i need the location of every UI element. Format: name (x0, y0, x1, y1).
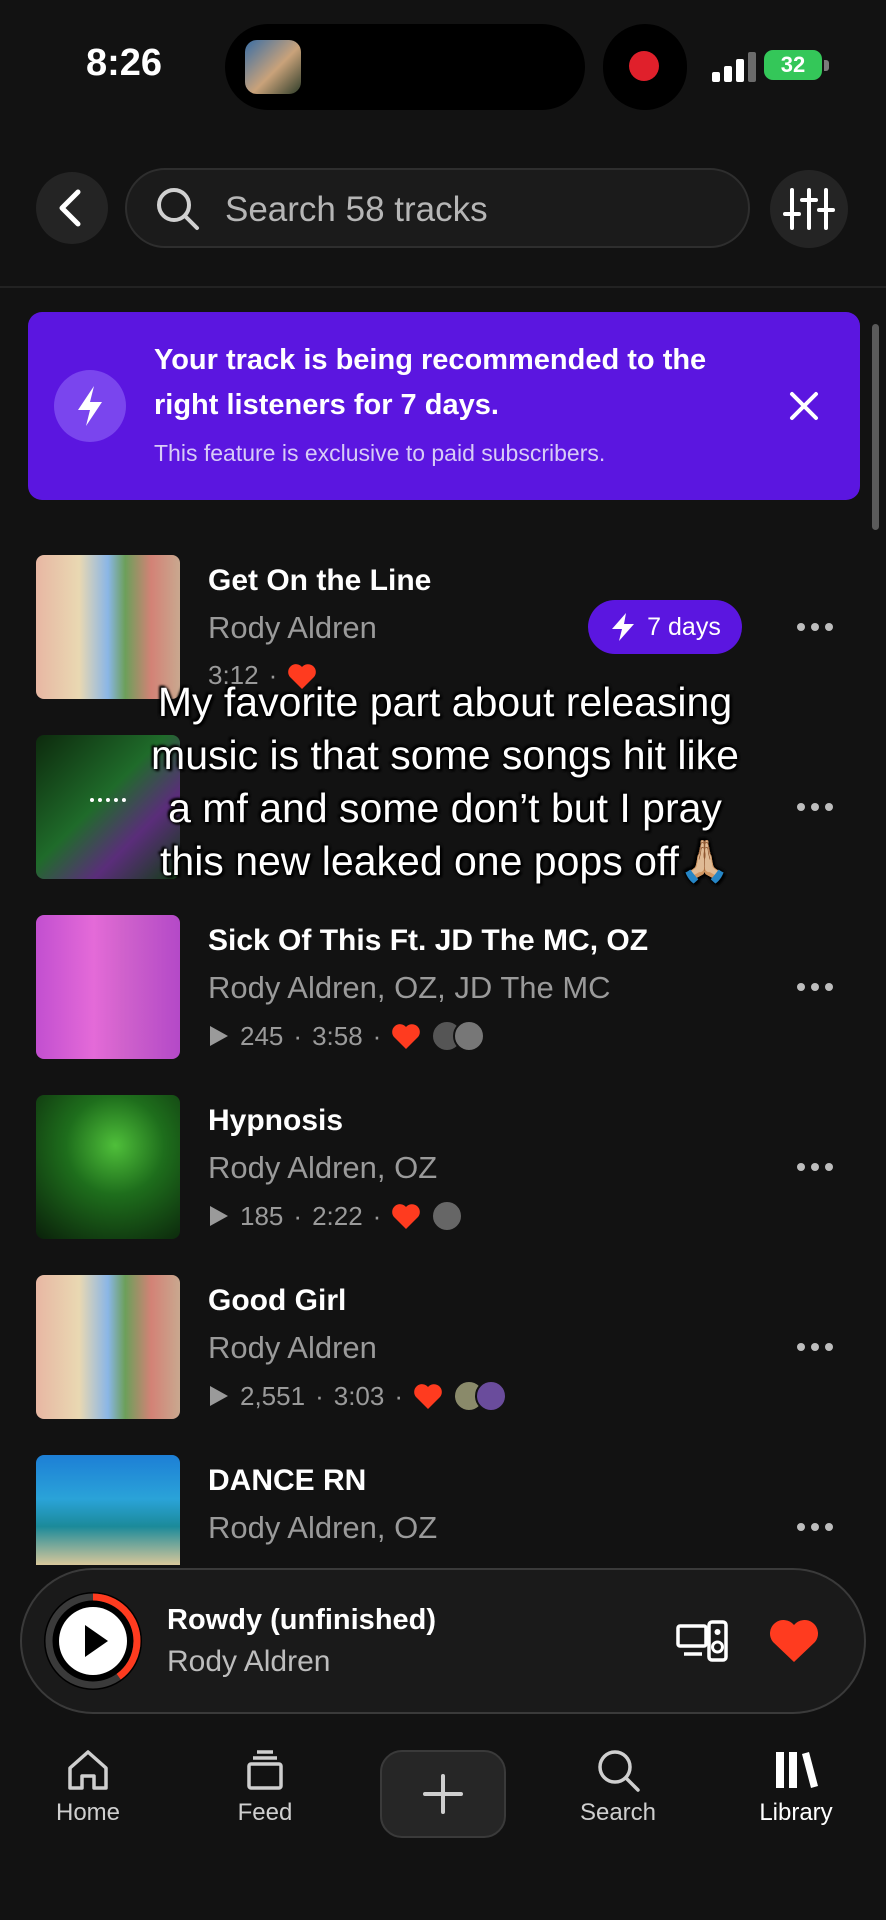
track-artwork[interactable] (36, 915, 180, 1059)
nav-library[interactable]: Library (726, 1746, 866, 1827)
nav-home[interactable]: Home (18, 1746, 158, 1827)
track-meta: 185 · 2:22 · (208, 1200, 464, 1232)
battery-cap (824, 60, 829, 71)
heart-icon[interactable] (391, 1022, 421, 1050)
scrollbar[interactable] (872, 324, 879, 530)
nav-search-label: Search (579, 1799, 657, 1826)
back-button[interactable] (36, 172, 108, 244)
boost-badge[interactable]: 7 days (588, 600, 742, 654)
play-progress-ring (45, 1593, 141, 1689)
track-plays: 245 (240, 1020, 284, 1051)
more-options-icon[interactable] (795, 981, 835, 993)
track-duration: 3:58 (312, 1020, 363, 1051)
more-indicator (90, 798, 126, 808)
banner-title: Your track is being recommended to the r… (154, 344, 707, 421)
nav-feed[interactable]: Feed (195, 1746, 335, 1827)
track-title[interactable]: Good Girl (208, 1284, 346, 1318)
track-artist[interactable]: Rody Aldren, OZ, JD The MC (208, 970, 611, 1006)
header-divider (0, 286, 886, 288)
track-duration: 3:03 (333, 1380, 385, 1411)
track-title[interactable]: Hypnosis (208, 1104, 343, 1138)
play-count-icon (210, 1026, 228, 1046)
play-button[interactable] (44, 1592, 142, 1690)
signal-icon (712, 52, 756, 82)
video-caption: My favorite part about releasing music i… (151, 679, 739, 884)
more-options-icon[interactable] (795, 1341, 835, 1353)
sliders-icon (783, 188, 835, 230)
banner-subtitle: This feature is exclusive to paid subscr… (154, 440, 606, 466)
library-icon (776, 1752, 818, 1788)
battery-icon: 32 (764, 50, 822, 80)
island-thumbnail (245, 40, 301, 94)
track-plays: 185 (240, 1200, 284, 1231)
track-plays: 2,551 (240, 1380, 306, 1411)
filter-button[interactable] (770, 170, 848, 248)
track-duration: 2:22 (312, 1200, 363, 1231)
feed-icon (247, 1750, 283, 1790)
more-options-icon[interactable] (795, 1521, 835, 1533)
track-meta: 2,551 · 3:03 · (208, 1380, 508, 1412)
home-icon (68, 1750, 108, 1790)
more-options-icon[interactable] (795, 801, 835, 813)
track-meta: 245 · 3:58 · (208, 1020, 486, 1052)
nav-library-label: Library (759, 1799, 833, 1826)
mini-player[interactable] (20, 1568, 866, 1714)
track-artwork[interactable] (36, 1095, 180, 1239)
lightning-icon (612, 613, 635, 641)
play-count-icon (210, 1206, 228, 1226)
track-title[interactable]: Sick Of This Ft. JD The MC, OZ (208, 924, 648, 958)
play-count-icon (210, 1386, 228, 1406)
search-icon (598, 1750, 640, 1792)
track-artist[interactable]: Rody Aldren (208, 1330, 377, 1366)
now-playing-artist[interactable]: Rody Aldren (167, 1645, 330, 1679)
boost-badge-label: 7 days (647, 612, 721, 641)
track-artwork[interactable] (36, 1455, 180, 1565)
more-options-icon[interactable] (795, 621, 835, 633)
heart-icon[interactable] (413, 1382, 443, 1410)
nav-search[interactable]: Search (548, 1746, 688, 1827)
track-artist[interactable]: Rody Aldren, OZ (208, 1510, 437, 1546)
record-dot-icon (629, 51, 659, 81)
avatar (453, 1020, 486, 1052)
heart-icon[interactable] (768, 1618, 820, 1664)
plus-icon (423, 1774, 463, 1814)
add-button[interactable] (380, 1750, 506, 1838)
avatar (431, 1200, 464, 1232)
nav-feed-label: Feed (237, 1799, 293, 1826)
track-title[interactable]: Get On the Line (208, 564, 431, 598)
track-title[interactable]: DANCE RN (208, 1464, 366, 1498)
chevron-left-icon (59, 189, 81, 227)
track-artist[interactable]: Rody Aldren, OZ (208, 1150, 437, 1186)
lightning-icon (54, 370, 126, 442)
avatar (475, 1380, 508, 1412)
more-options-icon[interactable] (795, 1161, 835, 1173)
track-artwork[interactable] (36, 1275, 180, 1419)
nav-home-label: Home (55, 1799, 121, 1826)
devices-icon[interactable] (676, 1620, 728, 1664)
search-placeholder: Search 58 tracks (225, 190, 488, 229)
track-artist[interactable]: Rody Aldren (208, 610, 377, 646)
status-time: 8:26 (86, 42, 163, 84)
close-icon[interactable] (786, 388, 822, 424)
search-icon (157, 188, 199, 230)
now-playing-title[interactable]: Rowdy (unfinished) (167, 1604, 436, 1637)
heart-icon[interactable] (391, 1202, 421, 1230)
